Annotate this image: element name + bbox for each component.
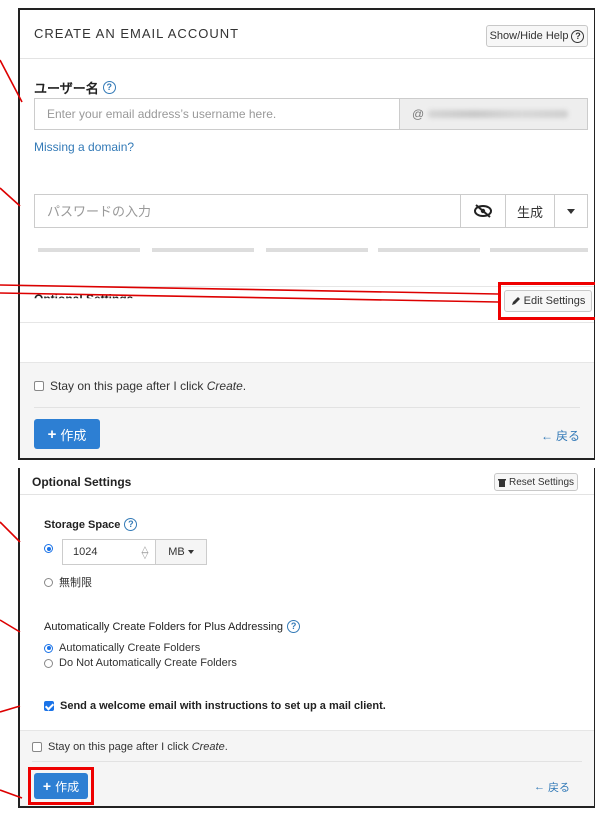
form-footer: Stay on this page after I click Create. … bbox=[20, 362, 594, 458]
auto-create-folders-radio[interactable] bbox=[44, 643, 53, 653]
domain-blurred bbox=[428, 110, 569, 118]
create-button[interactable]: + 作成 bbox=[34, 419, 100, 449]
highlight-box bbox=[498, 282, 595, 320]
panel-title: CREATE AN EMAIL ACCOUNT bbox=[34, 26, 240, 41]
optional-settings-panel: Optional Settings Reset Settings Storage… bbox=[18, 468, 595, 808]
missing-domain-link[interactable]: Missing a domain? bbox=[34, 140, 134, 154]
plus-icon: + bbox=[47, 425, 57, 443]
back-link-label: 戻る bbox=[548, 782, 570, 794]
password-strength-segment bbox=[490, 248, 588, 252]
no-auto-create-folders-label: Do Not Automatically Create Folders bbox=[59, 657, 237, 669]
stay-on-page-option[interactable]: Stay on this page after I click Create. bbox=[32, 741, 228, 753]
plus-addressing-label-text: Automatically Create Folders for Plus Ad… bbox=[44, 620, 284, 633]
plus-addressing-label: Automatically Create Folders for Plus Ad… bbox=[44, 620, 301, 633]
highlight-box bbox=[28, 767, 94, 805]
storage-quota-group: △ ▽ MB bbox=[62, 539, 207, 565]
domain-at-sign: @ bbox=[412, 107, 425, 121]
auto-create-folders-label: Automatically Create Folders bbox=[59, 642, 201, 654]
stay-on-page-label: Stay on this page after I click Create. bbox=[48, 741, 228, 753]
storage-limit-radio[interactable] bbox=[44, 544, 53, 553]
help-icon[interactable]: ? bbox=[102, 81, 116, 94]
trash-icon bbox=[497, 478, 506, 487]
show-hide-help-label: Show/Hide Help bbox=[489, 30, 569, 42]
username-label-text: ユーザー名 bbox=[34, 81, 99, 96]
password-input-group: 生成 bbox=[34, 194, 588, 228]
help-icon: ? bbox=[571, 29, 585, 43]
divider bbox=[20, 322, 594, 323]
storage-quota-input[interactable] bbox=[63, 540, 135, 564]
domain-select[interactable]: @ bbox=[399, 99, 587, 129]
footer-divider bbox=[34, 407, 580, 408]
optional-settings-title: Optional Settings bbox=[32, 475, 132, 489]
arrow-left-icon: ← bbox=[534, 781, 545, 793]
stepper-down-icon: ▽ bbox=[141, 550, 149, 560]
footer-divider bbox=[32, 761, 582, 762]
password-strength-segment bbox=[152, 248, 254, 252]
caret-down-icon bbox=[187, 550, 194, 554]
storage-unit-label: MB bbox=[168, 546, 185, 558]
quota-stepper[interactable]: △ ▽ bbox=[135, 540, 155, 564]
storage-space-label-text: Storage Space bbox=[44, 518, 121, 531]
panel-header: CREATE AN EMAIL ACCOUNT Show/Hide Help ? bbox=[20, 10, 594, 59]
unlimited-label: 無制限 bbox=[59, 577, 92, 589]
toggle-visibility-button[interactable] bbox=[460, 195, 505, 227]
back-link-label: 戻る bbox=[555, 429, 580, 443]
stay-on-page-checkbox[interactable] bbox=[34, 381, 44, 391]
back-link[interactable]: ← 戻る bbox=[541, 427, 580, 444]
create-button-label: 作成 bbox=[60, 427, 87, 443]
optional-settings-header: Optional Settings Reset Settings bbox=[20, 468, 594, 495]
username-input[interactable] bbox=[35, 99, 399, 129]
password-strength-segment bbox=[378, 248, 480, 252]
password-input[interactable] bbox=[35, 195, 460, 227]
optional-settings-heading: Optional Settings bbox=[34, 292, 134, 306]
reset-settings-label: Reset Settings bbox=[508, 476, 575, 488]
help-icon[interactable]: ? bbox=[287, 620, 301, 633]
unlimited-radio[interactable] bbox=[44, 577, 53, 587]
stay-on-page-checkbox[interactable] bbox=[32, 742, 42, 752]
generate-label: 生成 bbox=[516, 204, 543, 220]
no-auto-create-folders-radio[interactable] bbox=[44, 658, 53, 668]
generate-options-dropdown[interactable] bbox=[554, 195, 587, 227]
storage-space-label: Storage Space ? bbox=[44, 518, 138, 531]
welcome-email-option[interactable]: Send a welcome email with instructions t… bbox=[44, 700, 386, 712]
help-icon[interactable]: ? bbox=[124, 518, 138, 531]
no-auto-create-folders-option[interactable]: Do Not Automatically Create Folders bbox=[44, 657, 237, 669]
stay-on-page-label: Stay on this page after I click Create. bbox=[50, 379, 247, 393]
caret-down-icon bbox=[567, 208, 575, 214]
show-hide-help-button[interactable]: Show/Hide Help ? bbox=[486, 25, 588, 47]
username-input-group: @ bbox=[34, 98, 588, 130]
create-email-panel: CREATE AN EMAIL ACCOUNT Show/Hide Help ?… bbox=[18, 8, 595, 460]
stay-on-page-option[interactable]: Stay on this page after I click Create. bbox=[34, 379, 246, 393]
form-footer: Stay on this page after I click Create. … bbox=[20, 730, 594, 806]
back-link[interactable]: ← 戻る bbox=[534, 779, 570, 795]
reset-settings-button[interactable]: Reset Settings bbox=[494, 473, 578, 491]
arrow-left-icon: ← bbox=[540, 428, 553, 443]
password-strength-segment bbox=[38, 248, 140, 252]
welcome-email-label: Send a welcome email with instructions t… bbox=[60, 700, 386, 712]
welcome-email-checkbox[interactable] bbox=[44, 701, 54, 711]
generate-password-button[interactable]: 生成 bbox=[505, 195, 554, 227]
password-strength-segment bbox=[266, 248, 368, 252]
storage-unit-dropdown[interactable]: MB bbox=[155, 540, 206, 564]
auto-create-folders-option[interactable]: Automatically Create Folders bbox=[44, 642, 200, 654]
eye-slash-icon bbox=[474, 204, 492, 218]
unlimited-option[interactable]: 無制限 bbox=[44, 574, 92, 590]
username-label: ユーザー名 ? bbox=[34, 78, 116, 97]
